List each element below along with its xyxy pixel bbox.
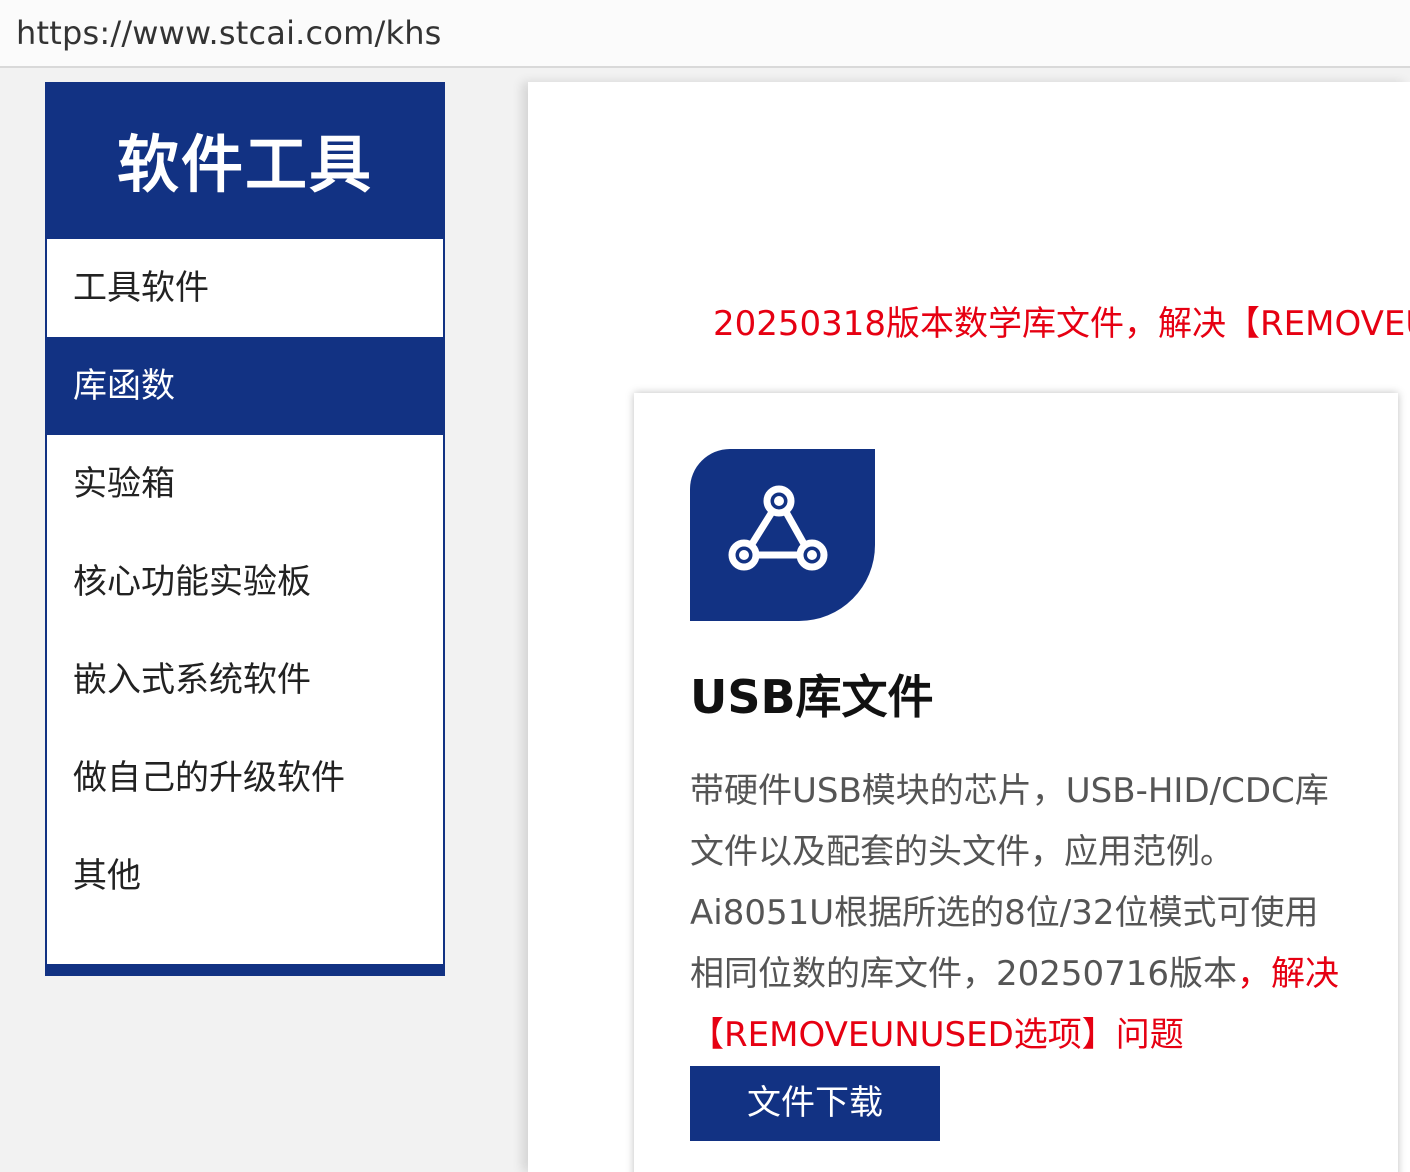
sidebar-item-other[interactable]: 其他	[47, 827, 443, 925]
sidebar-item-upgrade-software[interactable]: 做自己的升级软件	[47, 729, 443, 827]
url-text[interactable]: https://www.stcai.com/khs	[16, 14, 442, 52]
sidebar-item-library-functions[interactable]: 库函数	[47, 337, 443, 435]
sidebar-item-experiment-box[interactable]: 实验箱	[47, 435, 443, 533]
card-description: 带硬件USB模块的芯片，USB-HID/CDC库文件以及配套的头文件，应用范例。…	[690, 761, 1350, 1066]
sidebar-title: 软件工具	[116, 128, 373, 201]
address-bar[interactable]: https://www.stcai.com/khs	[0, 0, 1410, 68]
card-description-text: 带硬件USB模块的芯片，USB-HID/CDC库文件以及配套的头文件，应用范例。…	[690, 771, 1329, 994]
sidebar-footer-bar	[47, 964, 443, 974]
sidebar-item-embedded-software[interactable]: 嵌入式系统软件	[47, 631, 443, 729]
sidebar-item-core-function-board[interactable]: 核心功能实验板	[47, 533, 443, 631]
download-button[interactable]: 文件下载	[690, 1066, 940, 1141]
main-content: 20250318版本数学库文件，解决【REMOVEUNUSED选项】问题 USB…	[528, 82, 1410, 1172]
sidebar-item-tool-software[interactable]: 工具软件	[47, 239, 443, 337]
card-title: USB库文件	[690, 670, 934, 724]
usb-library-card: USB库文件 带硬件USB模块的芯片，USB-HID/CDC库文件以及配套的头文…	[634, 393, 1398, 1172]
sidebar-menu: 工具软件 库函数 实验箱 核心功能实验板 嵌入式系统软件 做自己的升级软件 其他	[47, 239, 443, 925]
sidebar: 软件工具 工具软件 库函数 实验箱 核心功能实验板 嵌入式系统软件 做自己的升级…	[45, 82, 445, 976]
share-nodes-icon	[690, 449, 875, 621]
sidebar-header: 软件工具	[47, 84, 443, 239]
notice-text: 20250318版本数学库文件，解决【REMOVEUNUSED选项】问题	[713, 304, 1410, 344]
